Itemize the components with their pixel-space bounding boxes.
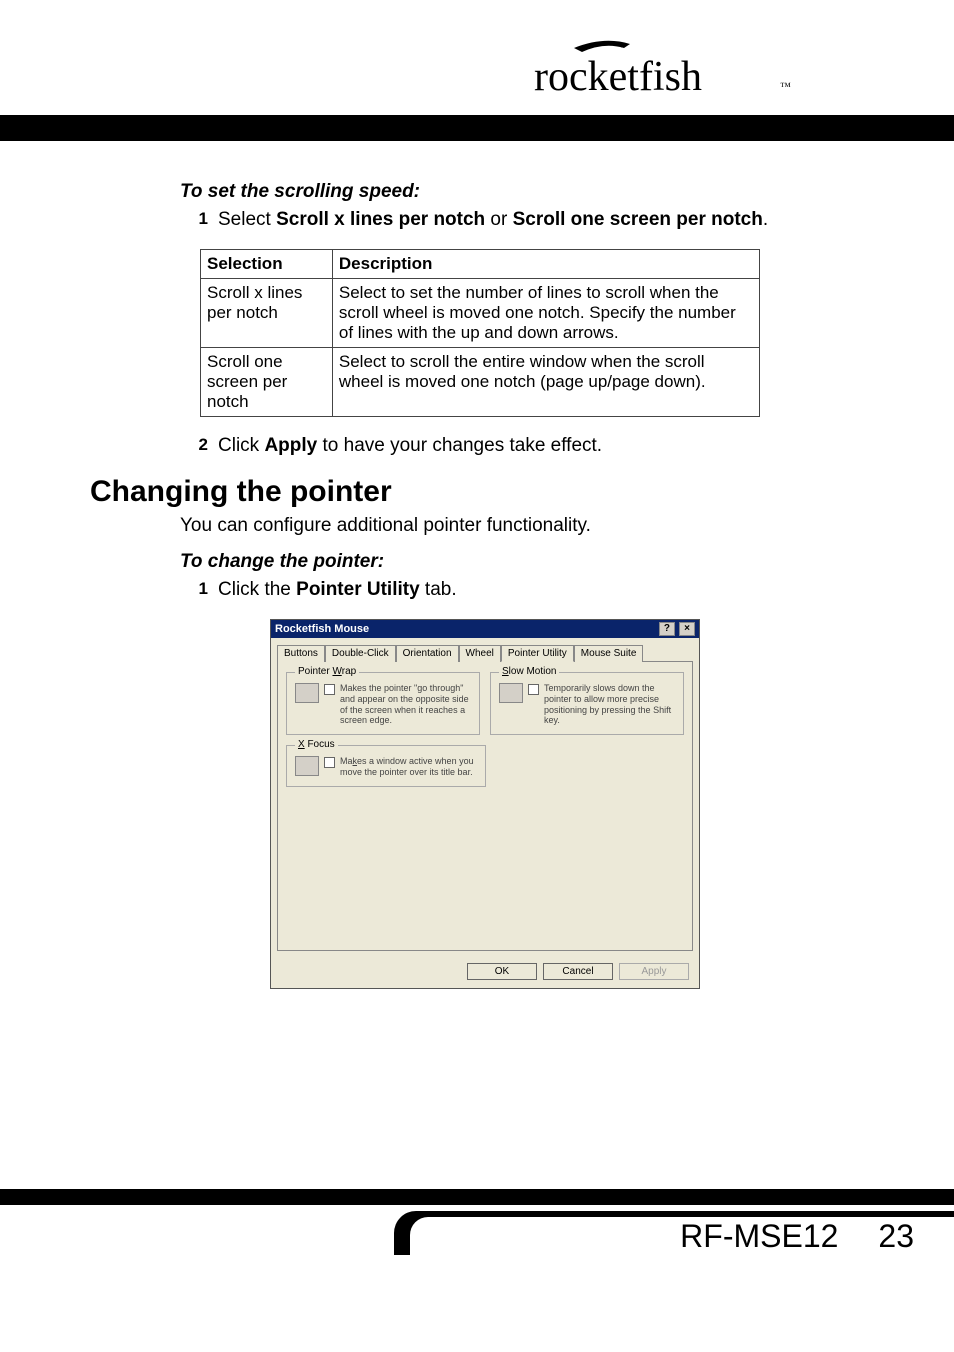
option-row: Temporarily slows down the pointer to al…: [499, 683, 675, 726]
step-bold: Apply: [264, 435, 317, 456]
apply-button[interactable]: Apply: [619, 963, 689, 980]
text-pre: Ma: [340, 756, 353, 766]
option-row: Makes a window active when you move the …: [295, 756, 477, 778]
step-2-scroll: 2 Click Apply to have your changes take …: [180, 435, 864, 457]
step-bold: Pointer Utility: [296, 579, 420, 600]
group-pointer-wrap: Pointer Wrap Makes the pointer "go throu…: [286, 672, 480, 735]
step-text: Click Apply to have your changes take ef…: [218, 435, 602, 457]
tab-panel: Pointer Wrap Makes the pointer "go throu…: [277, 661, 693, 951]
tab-strip: Buttons Double-Click Orientation Wheel P…: [271, 638, 699, 661]
option-description: Makes the pointer "go through" and appea…: [340, 683, 471, 726]
table-row: Scroll one screen per notch Select to sc…: [201, 348, 760, 417]
th-selection: Selection: [201, 250, 333, 279]
help-button[interactable]: ?: [659, 622, 675, 636]
option-description: Makes a window active when you move the …: [340, 756, 477, 778]
tab-buttons[interactable]: Buttons: [277, 645, 325, 662]
step-bold-1: Scroll x lines per notch: [276, 209, 485, 230]
svg-text:™: ™: [780, 81, 791, 93]
page-number: 23: [878, 1218, 914, 1255]
step-1-pointer: 1 Click the Pointer Utility tab.: [180, 579, 864, 601]
ok-button[interactable]: OK: [467, 963, 537, 980]
table-header-row: Selection Description: [201, 250, 760, 279]
group-legend: Slow Motion: [499, 666, 559, 677]
step-number: 2: [180, 435, 208, 455]
subheading-scroll-speed: To set the scrolling speed:: [180, 181, 864, 203]
body-text: You can configure additional pointer fun…: [180, 515, 864, 537]
table-row: Scroll x lines per notch Select to set t…: [201, 279, 760, 348]
group-slow-motion: Slow Motion Temporarily slows down the p…: [490, 672, 684, 735]
tab-pointer-utility[interactable]: Pointer Utility: [501, 645, 574, 662]
tab-orientation[interactable]: Orientation: [396, 645, 459, 662]
subheading-change-pointer: To change the pointer:: [180, 551, 864, 573]
step-text: Select Scroll x lines per notch or Scrol…: [218, 209, 768, 231]
slow-motion-icon: [499, 683, 523, 703]
step-text-mid: or: [485, 209, 512, 230]
footer-pill: RF-MSE12 23: [394, 1211, 954, 1255]
option-row: Makes the pointer "go through" and appea…: [295, 683, 471, 726]
dialog-screenshot: Rocketfish Mouse ? × Buttons Double-Clic…: [270, 619, 864, 989]
close-button[interactable]: ×: [679, 622, 695, 636]
titlebar-buttons: ? ×: [658, 622, 695, 636]
scroll-options-table: Selection Description Scroll x lines per…: [200, 249, 760, 417]
step-text: Click the Pointer Utility tab.: [218, 579, 457, 601]
page-footer: RF-MSE12 23: [0, 1189, 954, 1275]
text-post: es a window active when you move the poi…: [340, 756, 474, 777]
slow-motion-checkbox[interactable]: [528, 684, 539, 695]
step-text-pre: Click the: [218, 579, 296, 600]
td-selection: Scroll x lines per notch: [201, 279, 333, 348]
pointer-wrap-icon: [295, 683, 319, 703]
step-text-pre: Select: [218, 209, 276, 230]
legend-u: X: [298, 739, 305, 750]
td-description: Select to scroll the entire window when …: [332, 348, 759, 417]
option-description: Temporarily slows down the pointer to al…: [544, 683, 675, 726]
legend-u: W: [332, 666, 341, 677]
td-description: Select to set the number of lines to scr…: [332, 279, 759, 348]
dialog-button-row: OK Cancel Apply: [271, 957, 699, 988]
brand-logo-area: rocketfish ™: [0, 0, 954, 115]
step-bold-2: Scroll one screen per notch: [513, 209, 763, 230]
step-text-post: tab.: [420, 579, 457, 600]
svg-text:rocketfish: rocketfish: [534, 54, 702, 100]
td-selection: Scroll one screen per notch: [201, 348, 333, 417]
pointer-wrap-checkbox[interactable]: [324, 684, 335, 695]
group-legend: Pointer Wrap: [295, 666, 359, 677]
legend-u: S: [502, 666, 509, 677]
footer-bar: [0, 1189, 954, 1205]
header-black-bar: [0, 115, 954, 141]
cancel-button[interactable]: Cancel: [543, 963, 613, 980]
tab-double-click[interactable]: Double-Click: [325, 645, 396, 662]
group-x-focus: X Focus Makes a window active when you m…: [286, 745, 486, 787]
dialog-titlebar: Rocketfish Mouse ? ×: [271, 620, 699, 638]
legend-post: rap: [342, 666, 356, 677]
step-text-post: to have your changes take effect.: [317, 435, 602, 456]
group-legend: X Focus: [295, 739, 338, 750]
x-focus-checkbox[interactable]: [324, 757, 335, 768]
th-description: Description: [332, 250, 759, 279]
legend-pre: Pointer: [298, 666, 332, 677]
rocketfish-logo: rocketfish ™: [534, 30, 834, 100]
step-1-scroll: 1 Select Scroll x lines per notch or Scr…: [180, 209, 864, 231]
dialog-title: Rocketfish Mouse: [275, 623, 369, 635]
legend-post: Focus: [305, 739, 335, 750]
legend-post: low Motion: [509, 666, 557, 677]
step-number: 1: [180, 209, 208, 229]
mouse-properties-dialog: Rocketfish Mouse ? × Buttons Double-Clic…: [270, 619, 700, 989]
model-number: RF-MSE12: [680, 1218, 838, 1255]
tab-mouse-suite[interactable]: Mouse Suite: [574, 645, 644, 662]
step-number: 1: [180, 579, 208, 599]
step-text-pre: Click: [218, 435, 264, 456]
tab-wheel[interactable]: Wheel: [459, 645, 501, 662]
heading-changing-pointer: Changing the pointer: [90, 475, 864, 509]
step-text-post: .: [763, 209, 768, 230]
x-focus-icon: [295, 756, 319, 776]
